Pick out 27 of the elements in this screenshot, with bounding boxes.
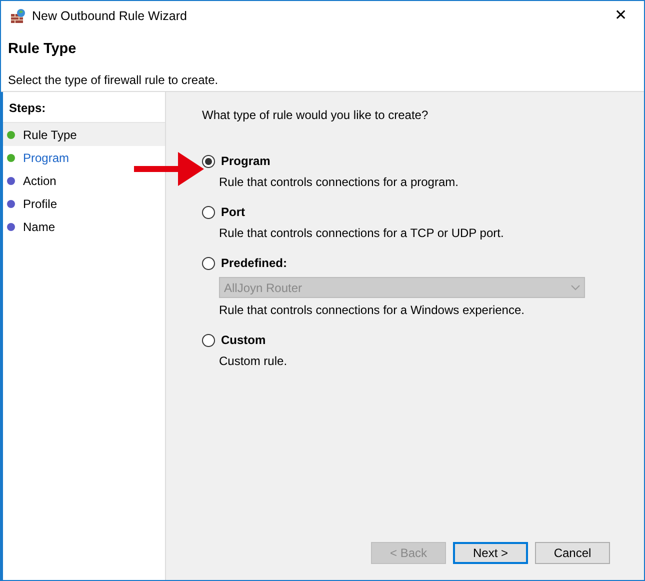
arrow-icon: [134, 152, 204, 186]
firewall-icon: [10, 8, 26, 24]
close-button[interactable]: ✕: [598, 1, 644, 31]
radio-button[interactable]: [202, 154, 215, 168]
option-description: Rule that controls connections for a program.: [219, 174, 460, 191]
option-description: Rule that controls connections for a Windows experience.: [219, 302, 526, 319]
window-title: New Outbound Rule Wizard: [32, 8, 187, 25]
radio-button[interactable]: [202, 334, 215, 346]
radio-label[interactable]: Program: [221, 152, 270, 170]
step-label[interactable]: Action: [23, 172, 56, 190]
option-description: Custom rule.: [219, 353, 288, 370]
question-text: What type of rule would you like to create?: [202, 107, 430, 124]
step-label[interactable]: Program: [23, 148, 70, 166]
step-label[interactable]: Profile: [23, 194, 58, 212]
dropdown: AllJoyn Router: [219, 277, 585, 298]
radio-button[interactable]: [202, 206, 215, 218]
radio-button[interactable]: [202, 256, 215, 270]
radio-label[interactable]: Predefined:: [221, 254, 288, 272]
radio-label[interactable]: Custom: [221, 331, 266, 349]
page-subtitle: Select the type of firewall rule to create.: [8, 72, 220, 89]
page-title: Rule Type: [8, 40, 78, 59]
wizard-button[interactable]: Cancel: [535, 542, 610, 564]
option-description: Rule that controls connections for a TCP or UDP port.: [219, 225, 505, 242]
chevron-down-icon: [571, 284, 580, 290]
wizard-button[interactable]: Next >: [453, 542, 528, 564]
step-label[interactable]: Name: [23, 218, 56, 236]
radio-label[interactable]: Port: [221, 203, 245, 221]
